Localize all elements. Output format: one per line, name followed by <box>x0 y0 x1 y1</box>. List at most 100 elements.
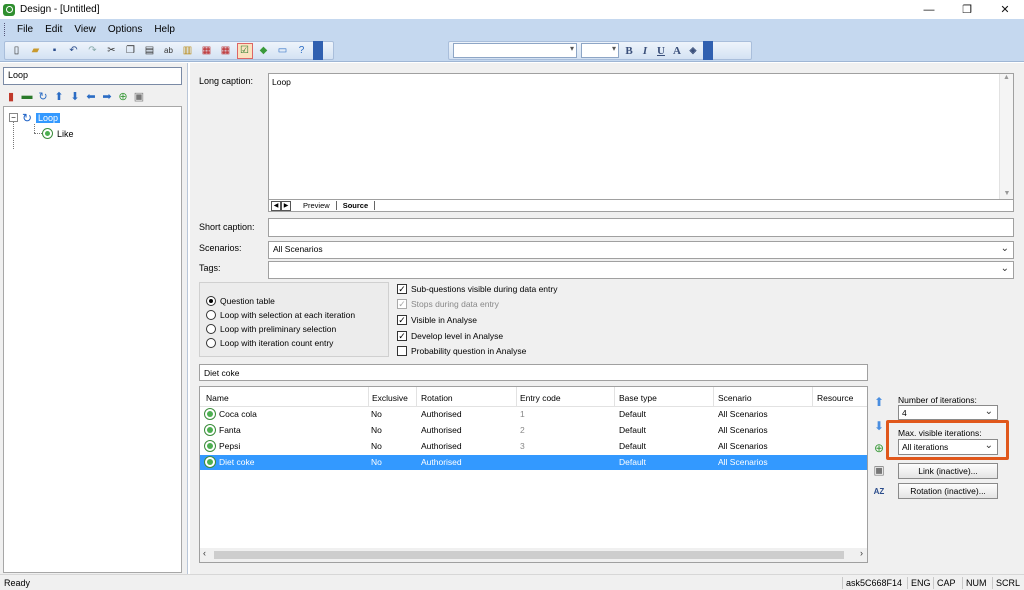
checkbox[interactable]: ✓ <box>397 284 407 294</box>
loop-type-option[interactable]: Question table <box>206 296 275 306</box>
long-caption-text[interactable]: Loop <box>272 77 291 87</box>
sub-questions-visible-checkbox[interactable]: ✓ Sub-questions visible during data entr… <box>397 284 557 294</box>
chevron-down-icon[interactable]: ⌄ <box>1001 243 1009 254</box>
radio-button[interactable] <box>206 324 216 334</box>
redo-icon[interactable]: ↷ <box>85 43 101 59</box>
checkbox[interactable]: ✓ <box>397 331 407 341</box>
font-color-icon[interactable]: A <box>670 43 684 59</box>
menu-file[interactable]: File <box>11 24 39 35</box>
arrow-right-icon[interactable]: ➡ <box>100 89 114 103</box>
search-input[interactable]: Loop <box>3 67 182 85</box>
tab-source[interactable]: Source <box>337 201 376 210</box>
column-divider[interactable] <box>416 387 417 407</box>
menu-view[interactable]: View <box>68 24 102 35</box>
underline-icon[interactable]: U <box>654 43 668 59</box>
scroll-up-icon[interactable]: ▲ <box>1000 74 1013 81</box>
radio-button[interactable] <box>206 338 216 348</box>
table-icon[interactable]: ▦ <box>218 43 234 59</box>
bookmark-icon[interactable]: ▮ <box>4 89 18 103</box>
max-visible-combo[interactable]: All iterations ⌄ <box>898 439 998 455</box>
save-icon[interactable]: ▪ <box>47 43 63 59</box>
column-header-scenario[interactable]: Scenario <box>718 393 752 403</box>
column-divider[interactable] <box>812 387 813 407</box>
scroll-right-icon[interactable]: › <box>860 548 863 558</box>
arrow-up-icon[interactable]: ⬆ <box>52 89 66 103</box>
copy-icon[interactable]: ❐ <box>123 43 139 59</box>
sort-icon[interactable]: AZ <box>872 485 886 499</box>
undo-icon[interactable]: ↶ <box>66 43 82 59</box>
calendar-icon[interactable]: ▦ <box>199 43 215 59</box>
collapse-icon[interactable]: − <box>9 113 18 122</box>
table-row[interactable]: Coca cola No Authorised 1 Default All Sc… <box>200 407 867 422</box>
menu-options[interactable]: Options <box>102 24 148 35</box>
help-icon[interactable]: ? <box>294 43 310 59</box>
open-icon[interactable]: ▰ <box>28 43 44 59</box>
column-header-rotation[interactable]: Rotation <box>421 393 453 403</box>
new-icon[interactable]: ▯ <box>9 43 25 59</box>
column-divider[interactable] <box>516 387 517 407</box>
probability-question-checkbox[interactable]: Probability question in Analyse <box>397 346 526 356</box>
loop-icon[interactable]: ↻ <box>36 89 50 103</box>
chevron-down-icon[interactable]: ⌄ <box>985 440 993 451</box>
tab-preview[interactable]: Preview <box>297 201 337 210</box>
visible-in-analyse-checkbox[interactable]: ✓ Visible in Analyse <box>397 315 477 325</box>
fill-color-icon[interactable]: ◈ <box>686 43 700 59</box>
rotation-button[interactable]: Rotation (inactive)... <box>898 483 998 499</box>
scenarios-combo[interactable]: All Scenarios ⌄ <box>268 241 1014 259</box>
font-size-combo[interactable] <box>581 43 619 58</box>
menu-help[interactable]: Help <box>148 24 181 35</box>
format-overflow-button[interactable] <box>703 41 713 60</box>
scroll-left-icon[interactable]: ‹ <box>203 548 206 558</box>
table-row[interactable]: Pepsi No Authorised 3 Default All Scenar… <box>200 439 867 454</box>
column-divider[interactable] <box>713 387 714 407</box>
add-icon[interactable]: ⊕ <box>872 441 886 455</box>
table-row[interactable]: Fanta No Authorised 2 Default All Scenar… <box>200 423 867 438</box>
document-icon[interactable]: ▥ <box>180 43 196 59</box>
paste-icon[interactable]: ▤ <box>142 43 158 59</box>
diamond-icon[interactable]: ◆ <box>256 43 272 59</box>
menu-edit[interactable]: Edit <box>39 24 68 35</box>
maximize-button[interactable]: ❐ <box>948 0 986 19</box>
iterations-count-combo[interactable]: 4 ⌄ <box>898 405 998 420</box>
checkbox[interactable]: ✓ <box>397 315 407 325</box>
spellcheck-icon[interactable]: ab <box>161 43 177 59</box>
column-header-name[interactable]: Name <box>206 393 229 403</box>
loop-type-option[interactable]: Loop with iteration count entry <box>206 338 333 348</box>
arrow-down-icon[interactable]: ⬇ <box>68 89 82 103</box>
category-name-input[interactable]: Diet coke <box>199 364 868 381</box>
column-header-entry-code[interactable]: Entry code <box>520 393 561 403</box>
tab-prev-icon[interactable]: ◀ <box>271 200 281 211</box>
toolbar-overflow-button[interactable] <box>313 41 323 60</box>
horizontal-scrollbar[interactable]: ‹ › <box>200 548 867 562</box>
checkbox[interactable] <box>397 346 407 356</box>
italic-icon[interactable]: I <box>638 43 652 59</box>
scroll-down-icon[interactable]: ▼ <box>1000 190 1014 197</box>
comment-icon[interactable]: ▬ <box>20 89 34 103</box>
properties-icon[interactable]: ▣ <box>132 89 146 103</box>
move-down-icon[interactable]: ⬇ <box>872 419 886 433</box>
column-header-exclusive[interactable]: Exclusive <box>372 393 408 403</box>
tree-item-like[interactable]: Like <box>42 127 74 140</box>
check-icon[interactable]: ☑ <box>236 42 253 59</box>
cut-icon[interactable]: ✂ <box>104 43 120 59</box>
loop-type-option[interactable]: Loop with preliminary selection <box>206 324 336 334</box>
tab-next-icon[interactable]: ▶ <box>281 200 291 211</box>
long-caption-editor[interactable]: Loop ▲ ▼ <box>268 73 1014 200</box>
minimize-button[interactable]: — <box>910 0 948 19</box>
radio-button[interactable] <box>206 296 216 306</box>
column-divider[interactable] <box>368 387 369 407</box>
tree-item-loop[interactable]: − ↻ Loop <box>9 111 61 125</box>
link-button[interactable]: Link (inactive)... <box>898 463 998 479</box>
add-icon[interactable]: ⊕ <box>116 89 130 103</box>
chevron-down-icon[interactable]: ⌄ <box>985 406 993 417</box>
column-header-base-type[interactable]: Base type <box>619 393 657 403</box>
monitor-icon[interactable]: ▭ <box>275 43 291 59</box>
scroll-thumb[interactable] <box>214 551 844 559</box>
move-up-icon[interactable]: ⬆ <box>872 395 886 409</box>
table-row-selected[interactable]: Diet coke No Authorised Default All Scen… <box>200 455 867 470</box>
develop-level-checkbox[interactable]: ✓ Develop level in Analyse <box>397 331 503 341</box>
close-button[interactable]: ✕ <box>986 0 1024 19</box>
column-header-resource[interactable]: Resource <box>817 393 853 403</box>
vertical-scrollbar[interactable]: ▲ ▼ <box>999 74 1013 199</box>
radio-button[interactable] <box>206 310 216 320</box>
